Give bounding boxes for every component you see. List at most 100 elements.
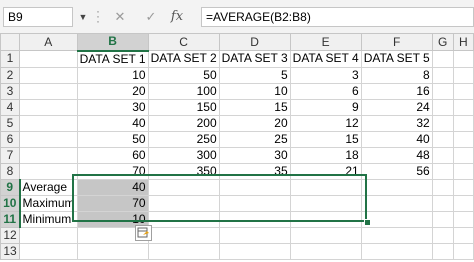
row-header[interactable]: 1 bbox=[0, 50, 21, 68]
name-box[interactable]: B9 bbox=[3, 7, 73, 27]
cell-e2[interactable]: 3 bbox=[289, 66, 362, 84]
cell-a11[interactable]: Minimum bbox=[19, 210, 78, 228]
column-header-d[interactable]: D bbox=[218, 33, 291, 51]
row-header[interactable]: 9 bbox=[0, 178, 21, 196]
cell-e3[interactable]: 6 bbox=[289, 82, 362, 100]
row-header[interactable]: 8 bbox=[0, 162, 21, 180]
cell-e13[interactable] bbox=[289, 242, 362, 260]
cell-e8[interactable]: 21 bbox=[289, 162, 362, 180]
cell-f5[interactable]: 32 bbox=[360, 114, 433, 132]
cell-d10[interactable] bbox=[218, 194, 291, 212]
cell-b2[interactable]: 10 bbox=[76, 66, 149, 84]
cell-h13[interactable] bbox=[452, 242, 474, 260]
cell-h11[interactable] bbox=[452, 210, 474, 228]
cell-a3[interactable] bbox=[19, 82, 78, 100]
cell-f8[interactable]: 56 bbox=[360, 162, 433, 180]
cell-a12[interactable] bbox=[19, 226, 78, 244]
cell-b6[interactable]: 50 bbox=[76, 130, 149, 148]
cell-h7[interactable] bbox=[452, 146, 474, 164]
row-header[interactable]: 6 bbox=[0, 130, 21, 148]
cell-g11[interactable] bbox=[431, 210, 454, 228]
cell-c8[interactable]: 350 bbox=[147, 162, 220, 180]
cell-d9[interactable] bbox=[218, 178, 291, 196]
check-icon[interactable]: ✓ bbox=[140, 7, 162, 27]
row-header[interactable]: 11 bbox=[0, 210, 21, 228]
cell-c4[interactable]: 150 bbox=[147, 98, 220, 116]
cell-c1[interactable]: DATA SET 2 bbox=[147, 50, 220, 68]
cell-b10[interactable]: 70 bbox=[76, 194, 149, 212]
cell-h5[interactable] bbox=[452, 114, 474, 132]
cell-d13[interactable] bbox=[218, 242, 291, 260]
insert-function-button[interactable]: fx bbox=[166, 7, 188, 27]
cell-e1[interactable]: DATA SET 4 bbox=[289, 50, 362, 68]
cell-c7[interactable]: 300 bbox=[147, 146, 220, 164]
cell-g12[interactable] bbox=[431, 226, 454, 244]
cell-f3[interactable]: 16 bbox=[360, 82, 433, 100]
cell-d7[interactable]: 30 bbox=[218, 146, 291, 164]
cell-d12[interactable] bbox=[218, 226, 291, 244]
cell-h3[interactable] bbox=[452, 82, 474, 100]
cell-a6[interactable] bbox=[19, 130, 78, 148]
column-header-a[interactable]: A bbox=[19, 33, 78, 51]
cell-d1[interactable]: DATA SET 3 bbox=[218, 50, 291, 68]
column-header-g[interactable]: G bbox=[431, 33, 454, 51]
cell-c11[interactable] bbox=[147, 210, 220, 228]
cell-h1[interactable] bbox=[452, 50, 474, 68]
cell-a8[interactable] bbox=[19, 162, 78, 180]
row-header[interactable]: 7 bbox=[0, 146, 21, 164]
cell-b4[interactable]: 30 bbox=[76, 98, 149, 116]
cell-a13[interactable] bbox=[19, 242, 78, 260]
cell-e9[interactable] bbox=[289, 178, 362, 196]
cell-e10[interactable] bbox=[289, 194, 362, 212]
row-header[interactable]: 3 bbox=[0, 82, 21, 100]
cell-g13[interactable] bbox=[431, 242, 454, 260]
cell-b8[interactable]: 70 bbox=[76, 162, 149, 180]
cell-a5[interactable] bbox=[19, 114, 78, 132]
select-all-corner[interactable] bbox=[0, 33, 21, 51]
row-header[interactable]: 12 bbox=[0, 226, 21, 244]
cell-d8[interactable]: 35 bbox=[218, 162, 291, 180]
cell-g4[interactable] bbox=[431, 98, 454, 116]
cell-c9[interactable] bbox=[147, 178, 220, 196]
cell-g7[interactable] bbox=[431, 146, 454, 164]
cell-f10[interactable] bbox=[360, 194, 433, 212]
cell-b13[interactable] bbox=[76, 242, 149, 260]
cell-d3[interactable]: 10 bbox=[218, 82, 291, 100]
cell-a2[interactable] bbox=[19, 66, 78, 84]
quick-analysis-button[interactable] bbox=[135, 225, 152, 241]
cell-h6[interactable] bbox=[452, 130, 474, 148]
cell-f13[interactable] bbox=[360, 242, 433, 260]
cell-f1[interactable]: DATA SET 5 bbox=[360, 50, 433, 68]
cell-d11[interactable] bbox=[218, 210, 291, 228]
cell-c13[interactable] bbox=[147, 242, 220, 260]
cell-c5[interactable]: 200 bbox=[147, 114, 220, 132]
cell-h8[interactable] bbox=[452, 162, 474, 180]
formula-input[interactable]: =AVERAGE(B2:B8) bbox=[201, 7, 474, 27]
row-header[interactable]: 2 bbox=[0, 66, 21, 84]
cell-h10[interactable] bbox=[452, 194, 474, 212]
cell-g9[interactable] bbox=[431, 178, 454, 196]
fill-handle[interactable] bbox=[364, 219, 371, 226]
cell-d2[interactable]: 5 bbox=[218, 66, 291, 84]
cell-d4[interactable]: 15 bbox=[218, 98, 291, 116]
cell-c10[interactable] bbox=[147, 194, 220, 212]
cell-d6[interactable]: 25 bbox=[218, 130, 291, 148]
cell-a1[interactable] bbox=[19, 50, 78, 68]
cell-a7[interactable] bbox=[19, 146, 78, 164]
row-header[interactable]: 10 bbox=[0, 194, 21, 212]
cell-f12[interactable] bbox=[360, 226, 433, 244]
cell-h9[interactable] bbox=[452, 178, 474, 196]
row-header[interactable]: 5 bbox=[0, 114, 21, 132]
cell-b3[interactable]: 20 bbox=[76, 82, 149, 100]
cell-e7[interactable]: 18 bbox=[289, 146, 362, 164]
cell-c12[interactable] bbox=[147, 226, 220, 244]
row-header[interactable]: 13 bbox=[0, 242, 21, 260]
cell-e4[interactable]: 9 bbox=[289, 98, 362, 116]
cell-g2[interactable] bbox=[431, 66, 454, 84]
row-header[interactable]: 4 bbox=[0, 98, 21, 116]
cell-b1[interactable]: DATA SET 1 bbox=[76, 50, 149, 68]
cell-f7[interactable]: 48 bbox=[360, 146, 433, 164]
column-header-f[interactable]: F bbox=[360, 33, 433, 51]
cell-f4[interactable]: 24 bbox=[360, 98, 433, 116]
column-header-c[interactable]: C bbox=[147, 33, 220, 51]
